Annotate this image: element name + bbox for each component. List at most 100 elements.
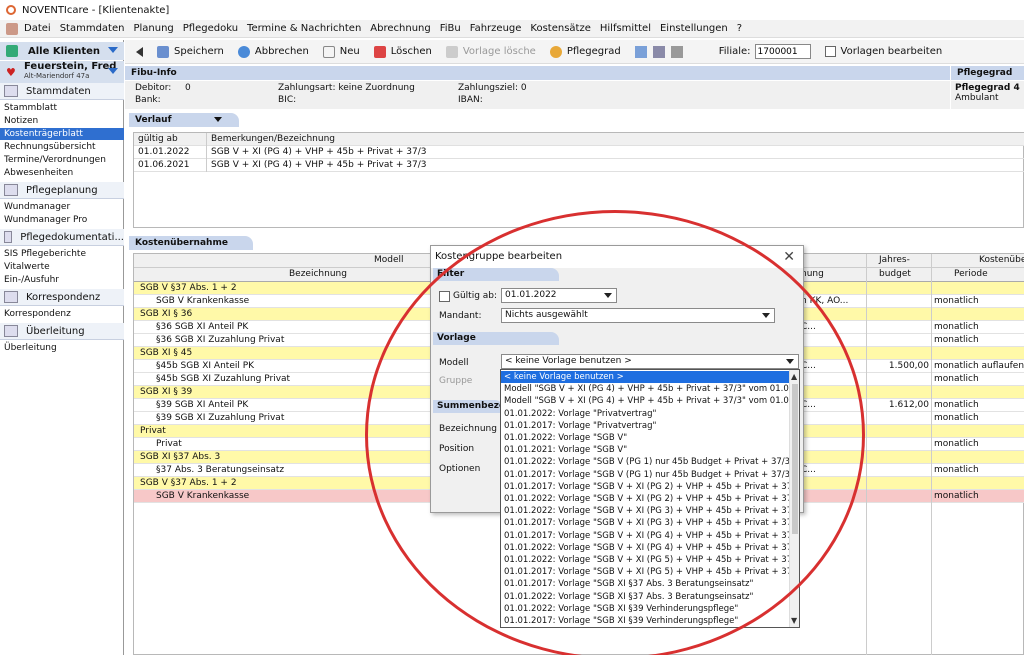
section-pflegedokumentation[interactable]: Pflegedokumentati...: [0, 229, 124, 246]
dropdown-option[interactable]: 01.01.2022: Vorlage "SGB V": [501, 432, 791, 444]
chevron-down-icon[interactable]: [108, 47, 118, 58]
close-icon[interactable]: ✕: [783, 249, 795, 265]
section-korrespondenz[interactable]: Korrespondenz: [0, 289, 124, 306]
caret-down-icon[interactable]: [214, 117, 222, 126]
pflegegrad-button[interactable]: Pflegegrad: [549, 45, 621, 58]
sidebar-item-vitalwerte[interactable]: Vitalwerte: [0, 261, 124, 273]
dropdown-option[interactable]: 01.01.2017: Vorlage "Privatvertrag": [501, 420, 791, 432]
row-label: SGB V Krankenkasse: [156, 296, 250, 306]
sidebar-item-kostentraegerblatt[interactable]: Kostenträgerblatt: [0, 128, 124, 140]
scroll-down-icon[interactable]: ▼: [791, 616, 797, 625]
cancel-button[interactable]: Abbrechen: [237, 45, 309, 58]
row-text: SGB V + XI (PG 4) + VHP + 45b + Privat +…: [206, 146, 426, 159]
sidebar-item-korrespondenz[interactable]: Korrespondenz: [0, 308, 124, 320]
menu-pflegedoku[interactable]: Pflegedoku: [183, 23, 238, 34]
menu-fahrzeuge[interactable]: Fahrzeuge: [470, 23, 522, 34]
table-row[interactable]: 01.06.2021 SGB V + XI (PG 4) + VHP + 45b…: [134, 159, 1024, 172]
sidebar-item-rechnungsuebersicht[interactable]: Rechnungsübersicht: [0, 141, 124, 153]
chevron-down-icon: [786, 359, 794, 368]
dropdown-option[interactable]: 01.01.2022: Vorlage "SGB V + XI (PG 2) +…: [501, 493, 791, 505]
gueltig-ab-checkbox[interactable]: [439, 291, 450, 302]
dropdown-option[interactable]: 01.01.2022: Vorlage "SGB V + XI (PG 3) +…: [501, 505, 791, 517]
hdr-periode: Periode: [954, 269, 988, 279]
sidebar-item-abwesenheiten[interactable]: Abwesenheiten: [0, 167, 124, 179]
client-selector[interactable]: ♥ Feuerstein, Fred Alt-Mariendorf 47a: [0, 61, 124, 83]
verlauf-header[interactable]: Verlauf: [129, 113, 239, 127]
sidebar-item-notizen[interactable]: Notizen: [0, 115, 124, 127]
all-clients-selector[interactable]: Alle Klienten: [0, 42, 124, 60]
zahlungsart: Zahlungsart: keine Zuordnung: [278, 83, 415, 93]
menu-fibu[interactable]: FiBu: [440, 23, 461, 34]
dropdown-option[interactable]: 01.01.2022: Vorlage "Privatvertrag": [501, 408, 791, 420]
save-button[interactable]: Speichern: [157, 45, 224, 58]
print-icon[interactable]: [670, 45, 683, 58]
menu-datei[interactable]: Datei: [24, 23, 51, 34]
new-label: Neu: [339, 46, 360, 57]
document-icon[interactable]: [634, 45, 647, 58]
menu-help[interactable]: ?: [737, 23, 742, 34]
heart-icon: ♥: [6, 66, 16, 79]
hdr-kosten: Kostenübe: [979, 255, 1024, 265]
sidebar-item-einausfuhr[interactable]: Ein-/Ausfuhr: [0, 274, 124, 286]
save-label: Speichern: [174, 46, 224, 57]
menu-planung[interactable]: Planung: [133, 23, 173, 34]
menu-termine[interactable]: Termine & Nachrichten: [247, 23, 361, 34]
scroll-thumb[interactable]: [792, 384, 798, 534]
sidebar-item-stammblatt[interactable]: Stammblatt: [0, 102, 124, 114]
user-icon: [6, 22, 18, 35]
dropdown-scrollbar[interactable]: ▲ ▼: [789, 370, 799, 627]
section-label: Pflegeplanung: [26, 184, 98, 196]
modell-select[interactable]: < keine Vorlage benutzen >: [501, 354, 799, 369]
verlauf-header-row: gültig ab Bemerkungen/Bezeichnung: [134, 133, 1024, 146]
row-periode: monatlich auflaufend: [934, 361, 1024, 371]
dropdown-option[interactable]: 01.01.2021: Vorlage "SGB V": [501, 444, 791, 456]
people-icon[interactable]: [652, 45, 665, 58]
dropdown-option[interactable]: 01.01.2017: Vorlage "SGB V + XI (PG 3) +…: [501, 517, 791, 529]
dialog-title: Kostengruppe bearbeiten: [431, 246, 803, 268]
dropdown-option[interactable]: 01.01.2017: Vorlage "SGB V + XI (PG 5) +…: [501, 566, 791, 578]
gueltig-ab-date[interactable]: 01.01.2022: [501, 288, 617, 303]
hdr-modell: Modell: [374, 255, 404, 265]
delete-button[interactable]: Löschen: [373, 45, 432, 58]
dropdown-option[interactable]: Modell "SGB V + XI (PG 4) + VHP + 45b + …: [501, 383, 791, 395]
dropdown-option[interactable]: 01.01.2022: Vorlage "SGB V + XI (PG 4) +…: [501, 542, 791, 554]
menu-stammdaten[interactable]: Stammdaten: [60, 23, 125, 34]
delete-template-button[interactable]: Vorlage lösche: [445, 45, 536, 58]
back-arrow-icon[interactable]: [131, 46, 143, 57]
new-icon: [322, 45, 335, 58]
mandant-select[interactable]: Nichts ausgewählt: [501, 308, 775, 323]
scroll-up-icon[interactable]: ▲: [791, 372, 797, 381]
sidebar-item-wundmanager-pro[interactable]: Wundmanager Pro: [0, 214, 124, 226]
dropdown-option[interactable]: 01.01.2022: Vorlage "SGB XI §39 Verhinde…: [501, 603, 791, 615]
new-button[interactable]: Neu: [322, 45, 360, 58]
dropdown-option[interactable]: Modell "SGB V + XI (PG 4) + VHP + 45b + …: [501, 395, 791, 407]
dropdown-option[interactable]: 01.01.2017: Vorlage "SGB V + XI (PG 2) +…: [501, 481, 791, 493]
menu-einstellungen[interactable]: Einstellungen: [660, 23, 728, 34]
dropdown-option[interactable]: 01.01.2022: Vorlage "SGB V (PG 1) nur 45…: [501, 456, 791, 468]
filiale-input[interactable]: [754, 44, 811, 59]
dropdown-option[interactable]: 01.01.2022: Vorlage "SGB XI §37 Abs. 3 B…: [501, 591, 791, 603]
table-row[interactable]: 01.01.2022 SGB V + XI (PG 4) + VHP + 45b…: [134, 146, 1024, 159]
section-ueberleitung[interactable]: Überleitung: [0, 323, 124, 340]
dropdown-option[interactable]: 01.01.2017: Vorlage "SGB XI §39 Verhinde…: [501, 615, 791, 627]
vorlagen-bearbeiten-checkbox[interactable]: [824, 46, 836, 57]
cancel-icon: [237, 45, 250, 58]
modell-dropdown-list[interactable]: < keine Vorlage benutzen > Modell "SGB V …: [500, 369, 800, 628]
section-pflegeplanung[interactable]: Pflegeplanung: [0, 182, 124, 199]
menu-abrechnung[interactable]: Abrechnung: [370, 23, 430, 34]
chevron-down-icon[interactable]: [108, 68, 118, 79]
sidebar-item-wundmanager[interactable]: Wundmanager: [0, 201, 124, 213]
sidebar-item-sis[interactable]: SIS Pflegeberichte: [0, 248, 124, 260]
pflegeplanung-icon: [4, 184, 18, 196]
section-stammdaten[interactable]: Stammdaten: [0, 83, 124, 100]
dropdown-option[interactable]: 01.01.2017: Vorlage "SGB V + XI (PG 4) +…: [501, 530, 791, 542]
sidebar-item-termine[interactable]: Termine/Verordnungen: [0, 154, 124, 166]
dropdown-option[interactable]: 01.01.2017: Vorlage "SGB V (PG 1) nur 45…: [501, 469, 791, 481]
dropdown-option[interactable]: 01.01.2022: Vorlage "SGB V + XI (PG 5) +…: [501, 554, 791, 566]
menu-hilfsmittel[interactable]: Hilfsmittel: [600, 23, 651, 34]
zahlungsziel: Zahlungsziel: 0: [458, 83, 527, 93]
dropdown-option[interactable]: < keine Vorlage benutzen >: [501, 371, 791, 383]
menu-kostensaetze[interactable]: Kostensätze: [530, 23, 590, 34]
dropdown-option[interactable]: 01.01.2017: Vorlage "SGB XI §37 Abs. 3 B…: [501, 578, 791, 590]
sidebar-item-ueberleitung[interactable]: Überleitung: [0, 342, 124, 354]
